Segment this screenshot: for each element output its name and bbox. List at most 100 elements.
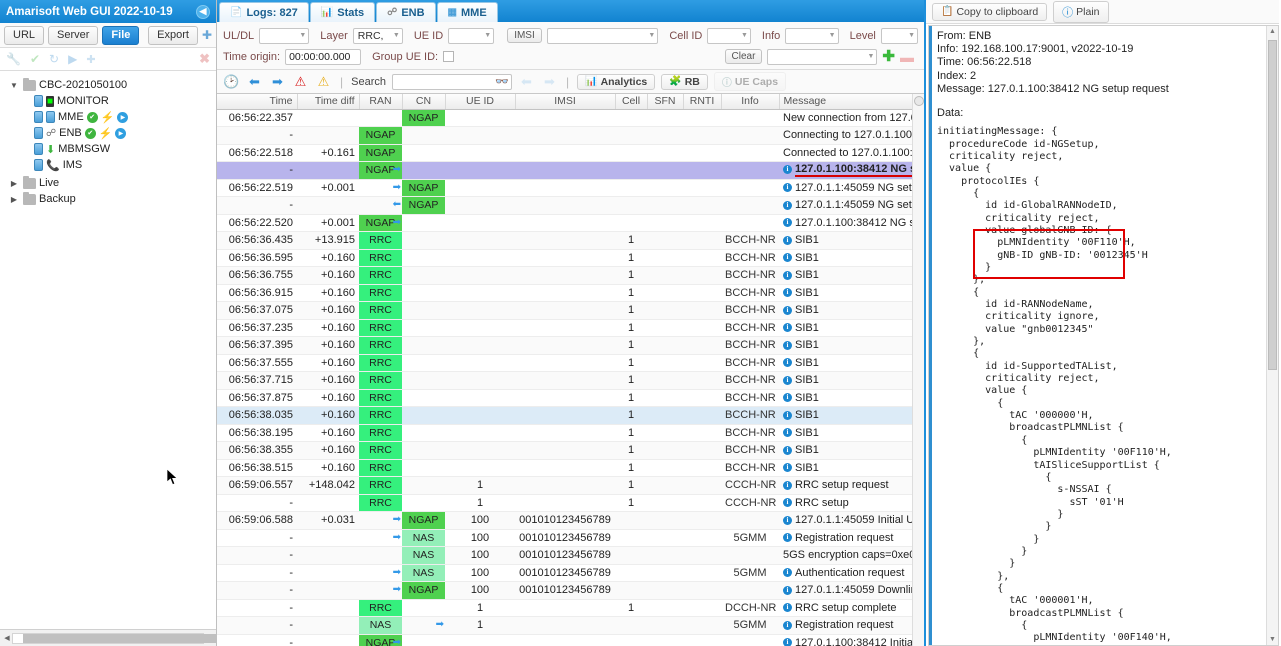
binoculars-icon[interactable]: 👓 — [495, 75, 509, 88]
arrow-left-icon[interactable]: ⬅ — [246, 73, 263, 90]
uldl-select[interactable]: ▼ — [259, 27, 310, 44]
tab-logs[interactable]: 📄 Logs: 827 — [219, 2, 309, 22]
info-circle-icon[interactable]: i — [783, 603, 792, 613]
info-circle-icon[interactable]: i — [783, 410, 792, 420]
table-row[interactable]: - NGAP➡ i127.0.1.100:38412 Initial UE mess… — [217, 634, 924, 646]
log-table-container[interactable]: Time Time diff RAN CN UE ID IMSI Cell SF… — [217, 94, 924, 646]
col-time[interactable]: Time — [217, 94, 298, 110]
scroll-down-arrow-icon[interactable]: ▼ — [1269, 636, 1276, 643]
table-row[interactable]: 06:56:37.555+0.160RRC➡1BCCH-NRiSIB1 — [217, 354, 924, 372]
play-circle-icon[interactable]: ▶ — [68, 52, 77, 66]
tree-item-mme[interactable]: MME ✔ ⚡ ▶ — [4, 109, 216, 125]
table-row[interactable]: 06:59:06.557+148.042RRC➡11CCCH-NRiRRC se… — [217, 476, 924, 495]
info-circle-icon[interactable]: i — [783, 218, 792, 228]
col-ueid[interactable]: UE ID — [445, 94, 516, 110]
col-info[interactable]: Info — [721, 94, 780, 110]
file-button[interactable]: File — [102, 25, 140, 45]
col-sfn[interactable]: SFN — [647, 94, 684, 110]
table-row[interactable]: 06:56:37.395+0.160RRC➡1BCCH-NRiSIB1 — [217, 336, 924, 355]
table-row[interactable]: 06:56:37.875+0.160RRC➡1BCCH-NRiSIB1 — [217, 389, 924, 407]
info-circle-icon[interactable]: i — [783, 200, 792, 210]
plug-icon[interactable]: ✚ — [202, 28, 212, 42]
check-circle-icon[interactable]: ✔ — [30, 52, 40, 66]
detail-vertical-scrollbar[interactable]: ▲ ▼ — [1266, 26, 1278, 645]
info-circle-icon[interactable]: i — [783, 533, 792, 543]
imsi-button[interactable]: IMSI — [507, 28, 542, 43]
table-row[interactable]: 06:56:36.755+0.160RRC➡1BCCH-NRiSIB1 — [217, 266, 924, 285]
table-row[interactable]: -RRC➡11DCCH-NRiRRC setup complete — [217, 599, 924, 617]
table-row[interactable]: 06:59:06.588 +0.031 ➡ NGAP 100 00101012345678… — [217, 511, 924, 530]
table-row[interactable]: - ➡ NAS 100 001010123456789 5GMM i Registration… — [217, 529, 924, 547]
col-cell[interactable]: Cell — [615, 94, 648, 110]
col-rnti[interactable]: RNTI — [683, 94, 722, 110]
table-row[interactable]: 06:56:22.518 +0.161 NGAP Connected to 127.0… — [217, 144, 924, 162]
info-circle-icon[interactable]: i — [783, 463, 792, 473]
tab-mme[interactable]: ▦ MME — [436, 2, 498, 22]
col-timediff[interactable]: Time diff — [297, 94, 360, 110]
clock-icon[interactable]: 🕑 — [223, 73, 240, 90]
table-row[interactable]: 06:56:38.195+0.160RRC➡1BCCH-NRiSIB1 — [217, 424, 924, 442]
table-row[interactable]: 06:56:38.035+0.160RRC➡1BCCH-NRiSIB1 — [217, 406, 924, 425]
table-row[interactable]: 06:56:36.595+0.160RRC➡1BCCH-NRiSIB1 — [217, 249, 924, 267]
table-row[interactable]: 06:56:36.435+13.915RRC➡1BCCH-NRiSIB1 — [217, 231, 924, 250]
info-circle-icon[interactable]: i — [783, 638, 792, 646]
table-row[interactable]: -RRC➡11CCCH-NRiRRC setup — [217, 494, 924, 512]
info-circle-icon[interactable]: i — [783, 428, 792, 438]
server-button[interactable]: Server — [48, 25, 99, 45]
plain-button[interactable]: ⓘ Plain — [1053, 0, 1109, 23]
info-circle-icon[interactable]: i — [783, 305, 792, 315]
scroll-up-arrow-icon[interactable]: ▲ — [1269, 28, 1276, 35]
search-prev-icon[interactable]: ⬅ — [518, 73, 535, 90]
tree-item-live[interactable]: ▶ Live — [4, 175, 216, 191]
tree-item-cbc[interactable]: ▼ CBC-2021050100 — [4, 77, 216, 93]
info-circle-icon[interactable]: i — [783, 358, 792, 368]
cellid-select[interactable]: ▼ — [707, 27, 751, 44]
table-row[interactable]: 06:56:22.519 +0.001 ➡ NGAP i 127.0.1.1:45059 … — [217, 179, 924, 197]
table-vertical-scrollbar[interactable] — [912, 94, 924, 646]
table-row[interactable]: 06:56:36.915+0.160RRC➡1BCCH-NRiSIB1 — [217, 284, 924, 302]
expand-arrow-icon[interactable]: ▼ — [8, 81, 20, 90]
arrow-right-icon[interactable]: ➡ — [269, 73, 286, 90]
level-select[interactable]: ▼ — [880, 27, 918, 44]
info-circle-icon[interactable]: i — [783, 288, 792, 298]
time-origin-input[interactable]: 00:00:00.000 — [285, 48, 362, 65]
table-row[interactable]: 06:56:38.355+0.160RRC➡1BCCH-NRiSIB1 — [217, 441, 924, 460]
info-circle-icon[interactable]: i — [783, 515, 792, 525]
info-circle-icon[interactable]: i — [783, 585, 792, 595]
info-circle-icon[interactable]: i — [783, 568, 792, 578]
group-ueid-checkbox[interactable] — [443, 51, 455, 62]
scroll-track[interactable] — [12, 632, 288, 644]
clear-button[interactable]: Clear — [724, 49, 763, 64]
col-cn[interactable]: CN — [402, 94, 446, 110]
table-row[interactable]: - ⬅NGAP i127.0.1.1:45059 NG setup response — [217, 196, 924, 215]
col-ran[interactable]: RAN — [359, 94, 403, 110]
tree-item-monitor[interactable]: ■ MONITOR — [4, 93, 216, 109]
table-row[interactable]: 06:56:22.357 NGAP New connection from 127.… — [217, 109, 924, 127]
refresh-icon[interactable]: ↻ — [49, 52, 59, 66]
info-circle-icon[interactable]: i — [783, 620, 792, 630]
tab-enb[interactable]: ☍ ENB — [376, 2, 436, 22]
info-circle-icon[interactable]: i — [783, 498, 792, 508]
plus-icon[interactable]: ✚ — [882, 49, 895, 64]
export-button[interactable]: Export — [148, 25, 198, 45]
minus-icon[interactable]: ▬ — [900, 50, 914, 64]
ueid-select[interactable]: ▼ — [448, 27, 495, 44]
scroll-thumb[interactable] — [1268, 40, 1277, 370]
error-triangle-icon[interactable]: ⚠ — [292, 73, 309, 90]
tree-item-mbmsgw[interactable]: ⬇ MBMSGW — [4, 141, 216, 157]
url-button[interactable]: URL — [4, 25, 45, 45]
table-row[interactable]: 06:56:37.075+0.160RRC➡1BCCH-NRiSIB1 — [217, 301, 924, 320]
info-circle-icon[interactable]: i — [783, 253, 792, 263]
layer-select[interactable]: RRC, ▼ — [352, 27, 403, 44]
table-row[interactable]: - NGAP➡ i127.0.1.100:38412 NG setup reques… — [217, 161, 924, 180]
collapse-arrow-icon[interactable]: ▶ — [8, 195, 20, 204]
play-icon[interactable]: ▶ — [115, 127, 127, 139]
search-input[interactable]: 👓 — [391, 73, 512, 90]
info-circle-icon[interactable]: i — [783, 375, 792, 385]
table-row[interactable]: - ➡ NGAP 100 001010123456789 i 127.0.1.1:45059… — [217, 581, 924, 600]
table-row[interactable]: 06:56:37.235+0.160RRC➡1BCCH-NRiSIB1 — [217, 319, 924, 337]
table-row[interactable]: - NGAP Connecting to 127.0.1.100:38412 — [217, 126, 924, 145]
info-circle-icon[interactable]: i — [783, 445, 792, 455]
table-row[interactable]: 06:56:37.715+0.160RRC➡1BCCH-NRiSIB1 — [217, 371, 924, 390]
warning-triangle-icon[interactable]: ⚠ — [315, 73, 332, 90]
